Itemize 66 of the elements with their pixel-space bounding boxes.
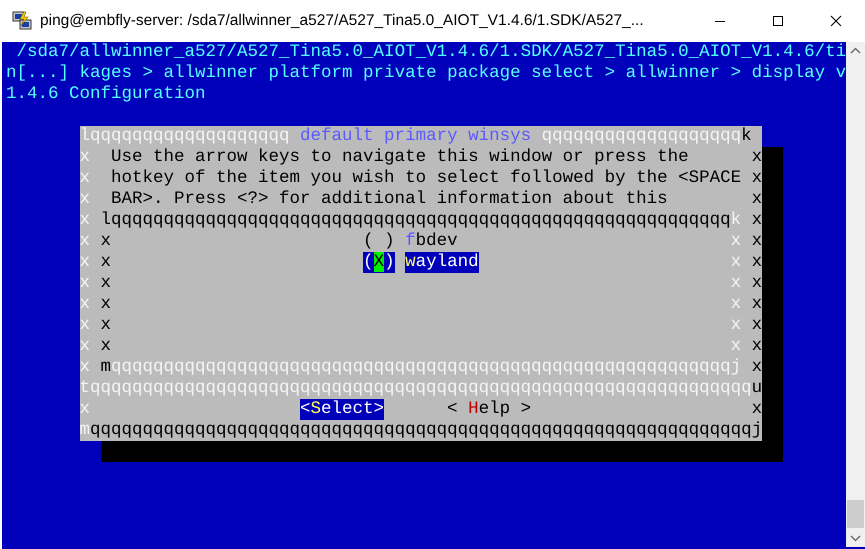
dialog-button[interactable]: < Help > [447, 399, 532, 420]
frame-chars: qqqqqqqqqqqqqqqqqqq [542, 126, 742, 147]
frame-chars: x [752, 231, 762, 252]
frame-chars: k [730, 210, 742, 231]
close-icon [830, 15, 842, 27]
frame-chars: x [80, 336, 90, 357]
frame-chars: x [100, 231, 112, 252]
frame-chars: x [100, 252, 112, 273]
help-text: BAR>. Press <?> for additional information about this [111, 189, 668, 210]
frame-chars: u [752, 378, 762, 399]
frame-chars: x [752, 336, 762, 357]
terminal-line: n[...] kages > allwinner platform private package select > allwinner > display v [6, 63, 846, 83]
frame-chars: x [730, 273, 742, 294]
frame-chars: x [752, 189, 762, 210]
terminal-line: /sda7/allwinner_a527/A527_Tina5.0_AIOT_V1.4.6/1.SDK/A527_Tina5.0_AIOT_V1.4.6/ti [16, 42, 846, 62]
frame-chars: x [80, 231, 90, 252]
frame-chars: x [752, 168, 762, 189]
frame-chars: x [752, 399, 762, 420]
frame-chars: qqqqqqqqqqqqqqqqqqqqqqqqqqqqqqqqqqqqqqqqqqqqqqqqqqqqqqqqqqqj [111, 357, 742, 378]
frame-chars: x [752, 357, 762, 378]
frame-chars: m [80, 420, 90, 441]
frame-chars: x [80, 357, 90, 378]
dialog-title: default primary winsys [300, 126, 532, 147]
window-title: ping@embfly-server: /sda7/allwinner_a527/A527_Tina5.0_AIOT_V1.4.6/1.SDK/A527_... [40, 12, 645, 30]
option-label[interactable]: fbdev [405, 231, 458, 252]
frame-chars: x [80, 399, 90, 420]
frame-chars: m [100, 357, 112, 378]
frame-chars: x [100, 315, 112, 336]
frame-chars: x [730, 231, 742, 252]
frame-chars: lqqqqqqqqqqqqqqqqqqq [80, 126, 290, 147]
frame-chars: tqqqqqqqqqqqqqqqqqqqqqqqqqqqqqqqqqqqqqqqqqqqqqqqqqqqqqqqqqqqqqqq [80, 378, 752, 399]
frame-chars: x [752, 273, 762, 294]
scrollbar-thumb[interactable] [847, 500, 864, 528]
frame-chars: qqqqqqqqqqqqqqqqqqqqqqqqqqqqqqqqqqqqqqqqqqqqqqqqqqqqqqqqqqqqqqqj [90, 420, 762, 441]
frame-chars: x [100, 294, 112, 315]
help-text: Use the arrow keys to navigate this window or press the [111, 147, 689, 168]
frame-chars: x [80, 168, 90, 189]
frame-chars: lqqqqqqqqqqqqqqqqqqqqqqqqqqqqqqqqqqqqqqqqqqqqqqqqqqqqqqqqqqq [100, 210, 731, 231]
frame-chars: x [80, 210, 90, 231]
radio-button[interactable]: (X) [363, 252, 395, 273]
frame-chars: x [80, 252, 90, 273]
help-text: hotkey of the item you wish to select followed by the <SPACE [111, 168, 742, 189]
frame-chars: x [80, 189, 90, 210]
computer-icon [12, 11, 32, 31]
dialog-button[interactable]: <Select> [300, 399, 384, 420]
frame-chars: x [752, 210, 762, 231]
frame-chars: x [730, 294, 742, 315]
frame-chars: x [752, 147, 762, 168]
frame-chars: x [730, 252, 742, 273]
scrollbar[interactable] [846, 42, 865, 547]
frame-chars: x [752, 294, 762, 315]
frame-chars: x [100, 336, 112, 357]
maximize-icon [772, 15, 784, 27]
frame-chars: x [80, 273, 90, 294]
frame-chars: x [752, 252, 762, 273]
frame-chars: x [752, 315, 762, 336]
frame-chars: x [80, 147, 90, 168]
frame-chars: x [730, 315, 742, 336]
frame-chars: x [730, 336, 742, 357]
frame-chars: x [100, 273, 112, 294]
terminal-line: 1.4.6 Configuration [6, 84, 206, 104]
radio-button[interactable]: ( ) [363, 231, 395, 252]
frame-chars: k [741, 126, 752, 147]
frame-chars: x [80, 294, 90, 315]
frame-chars: x [80, 315, 90, 336]
option-label[interactable]: wayland [405, 252, 479, 273]
